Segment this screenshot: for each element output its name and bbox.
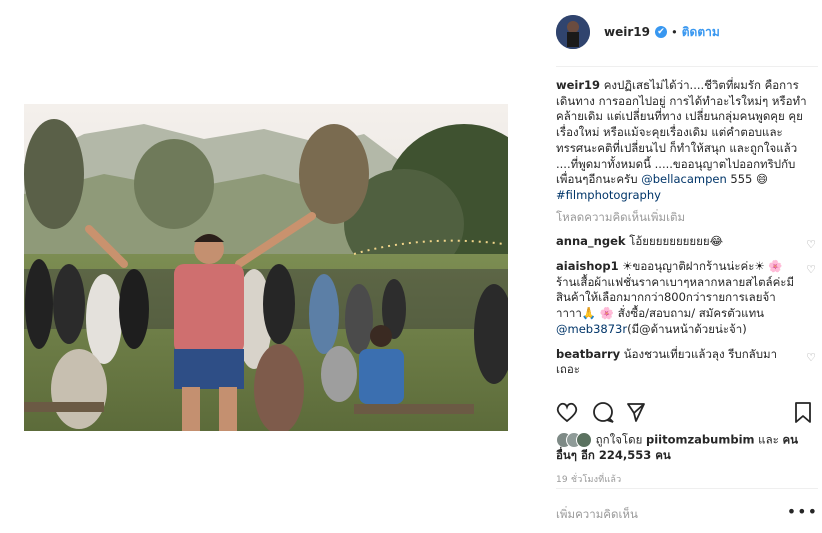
add-comment-bar: เพิ่มความคิดเห็น •••	[556, 502, 818, 524]
comment-username[interactable]: aiaishop1	[556, 259, 619, 273]
comment-like-icon[interactable]: ♡	[806, 350, 816, 366]
comment-text: โอ้ยยยยยยยยยย😂	[629, 234, 724, 249]
post-actions	[556, 400, 818, 426]
comment-mention[interactable]: @meb3873r	[556, 322, 627, 336]
avatar-image	[556, 15, 590, 49]
avatar[interactable]	[556, 15, 590, 49]
post-header: weir19 ✔ • ติดตาม	[556, 14, 822, 50]
comment-like-icon[interactable]: ♡	[806, 262, 816, 278]
divider	[556, 66, 818, 67]
verified-icon: ✔	[654, 26, 667, 38]
likes-prefix: ถูกใจโดย	[595, 432, 643, 447]
post-caption: weir19 คงปฏิเสธไม่ได้ว่า....ชีวิตที่ผมรั…	[556, 78, 818, 204]
list-item: beatbarry น้องชวนเที่ยวแล้วลุง รีบกลับมา…	[556, 347, 818, 378]
avatar	[576, 432, 592, 448]
bookmark-icon[interactable]	[795, 402, 811, 423]
divider	[556, 488, 818, 489]
heart-icon[interactable]	[556, 402, 578, 423]
comment-icon[interactable]	[593, 402, 614, 423]
likes-and: และ	[758, 432, 779, 447]
load-more-comments[interactable]: โหลดความคิดเห็นเพิ่มเติม	[556, 210, 818, 226]
post-timestamp[interactable]: 19 ชั่วโมงที่แล้ว	[556, 472, 621, 486]
caption-tail: 555 😄	[726, 172, 769, 187]
comment-like-icon[interactable]: ♡	[806, 237, 816, 253]
add-comment-input[interactable]: เพิ่มความคิดเห็น	[556, 507, 638, 521]
photo-area	[0, 0, 532, 533]
list-item: anna_ngek โอ้ยยยยยยยยยย😂 ♡	[556, 234, 818, 253]
likes-user[interactable]: piitomzabumbim	[646, 433, 755, 447]
post-username[interactable]: weir19	[604, 25, 650, 39]
comment-username[interactable]: anna_ngek	[556, 234, 626, 248]
comment-username[interactable]: beatbarry	[556, 347, 620, 361]
list-item: aiaishop1 ☀ขออนุญาติฝากร้านน่ะค่ะ☀ 🌸 ร้า…	[556, 259, 818, 338]
separator-dot: •	[670, 25, 678, 39]
post-photo[interactable]	[24, 104, 508, 431]
post-photo-image	[24, 104, 508, 431]
caption-username[interactable]: weir19	[556, 78, 600, 92]
caption-hashtag[interactable]: #filmphotography	[556, 188, 661, 202]
more-options-button[interactable]: •••	[787, 502, 818, 521]
share-icon[interactable]	[627, 403, 645, 422]
comment-tail: (มี@ด้านหน้าด้วยน่ะจ้า)	[627, 321, 747, 336]
caption-text: คงปฏิเสธไม่ได้ว่า....ชีวิตที่ผมรัก คือกา…	[556, 78, 807, 187]
caption-mention[interactable]: @bellacampen	[641, 172, 727, 186]
likes-summary: ถูกใจโดย piitomzabumbim และ คนอื่นๆ อีก …	[556, 432, 818, 463]
post-side-panel: weir19 ✔ • ติดตาม weir19 คงปฏิเสธไม่ได้ว…	[532, 0, 822, 533]
post-actions-icons	[556, 402, 811, 423]
comments-list: weir19 คงปฏิเสธไม่ได้ว่า....ชีวิตที่ผมรั…	[556, 78, 818, 378]
follow-button[interactable]: ติดตาม	[682, 23, 720, 42]
